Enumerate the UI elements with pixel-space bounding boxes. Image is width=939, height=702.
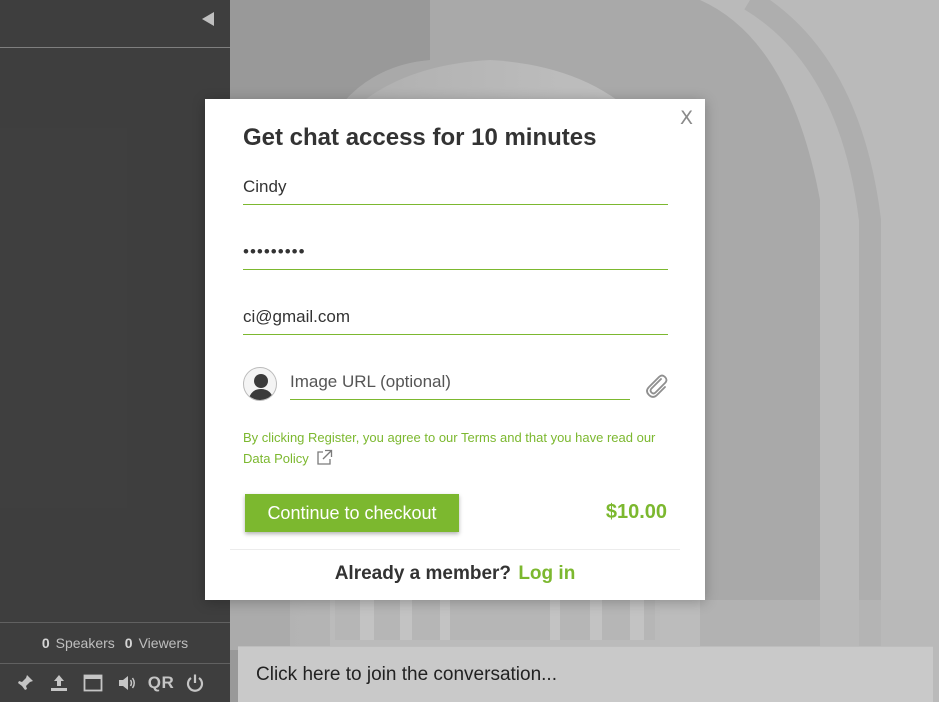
image-url-field-wrapper (290, 364, 630, 400)
join-conversation-placeholder: Click here to join the conversation... (256, 663, 557, 685)
continue-to-checkout-button[interactable]: Continue to checkout (245, 494, 459, 532)
join-conversation-input[interactable]: Click here to join the conversation... (238, 646, 933, 702)
login-link[interactable]: Log in (518, 563, 575, 584)
close-button[interactable]: X (680, 107, 693, 129)
avatar-icon (243, 367, 277, 401)
terms-text[interactable]: By clicking Register, you agree to our T… (243, 430, 655, 466)
member-prompt: Already a member? (334, 563, 512, 584)
name-field[interactable] (243, 169, 668, 204)
modal-title: Get chat access for 10 minutes (243, 124, 597, 151)
email-field-wrapper (243, 299, 668, 335)
divider (230, 549, 680, 550)
password-field[interactable] (243, 234, 668, 269)
email-field[interactable] (243, 299, 668, 334)
external-link-icon[interactable] (316, 449, 333, 472)
price-label: $10.00 (605, 501, 667, 523)
member-prompt-row: Already a member? Log in (205, 563, 705, 585)
image-url-field[interactable] (290, 364, 630, 399)
paperclip-icon[interactable] (642, 371, 670, 399)
terms-notice: By clicking Register, you agree to our T… (243, 427, 673, 472)
chat-access-modal: X Get chat access for 10 minutes By clic… (205, 99, 705, 600)
password-field-wrapper (243, 234, 668, 270)
name-field-wrapper (243, 169, 668, 205)
